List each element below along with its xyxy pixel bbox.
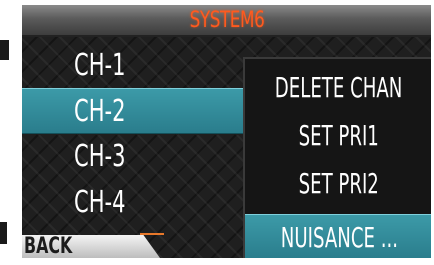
channel-item-ch3[interactable]: CH-3 — [22, 134, 262, 178]
back-button[interactable]: BACK — [22, 235, 160, 258]
channel-item-ch1[interactable]: CH-1 — [22, 43, 262, 87]
device-screen: SYSTEM6 CH-1 CH-2 CH-3 CH-4 BACK DELETE … — [22, 5, 431, 258]
device-bezel-bottom — [0, 258, 434, 265]
title-bar: SYSTEM6 — [22, 5, 431, 37]
channel-item-ch2[interactable]: CH-2 — [22, 88, 262, 134]
menu-item-label: NUISANCE ... — [280, 220, 398, 254]
context-menu: DELETE CHAN SET PRI1 SET PRI2 NUISANCE .… — [243, 57, 431, 258]
menu-item-delete-chan[interactable]: DELETE CHAN — [245, 65, 431, 109]
bezel-tab-top — [0, 40, 9, 60]
menu-item-label: DELETE CHAN — [275, 70, 403, 104]
channel-label: CH-4 — [74, 184, 126, 220]
channel-label: CH-1 — [74, 47, 126, 83]
menu-item-label: SET PRI1 — [298, 118, 380, 152]
menu-item-nuisance[interactable]: NUISANCE ... — [245, 214, 431, 258]
menu-item-label: SET PRI2 — [298, 166, 380, 200]
screen-title: SYSTEM6 — [189, 7, 264, 33]
channel-label: CH-3 — [74, 138, 126, 174]
channel-label: CH-2 — [74, 93, 126, 129]
menu-item-set-pri1[interactable]: SET PRI1 — [245, 113, 431, 157]
channel-item-ch4[interactable]: CH-4 — [22, 180, 262, 224]
menu-item-set-pri2[interactable]: SET PRI2 — [245, 161, 431, 205]
back-accent-line — [140, 233, 164, 235]
bezel-tab-bottom — [0, 222, 7, 244]
back-button-label: BACK — [24, 234, 73, 258]
